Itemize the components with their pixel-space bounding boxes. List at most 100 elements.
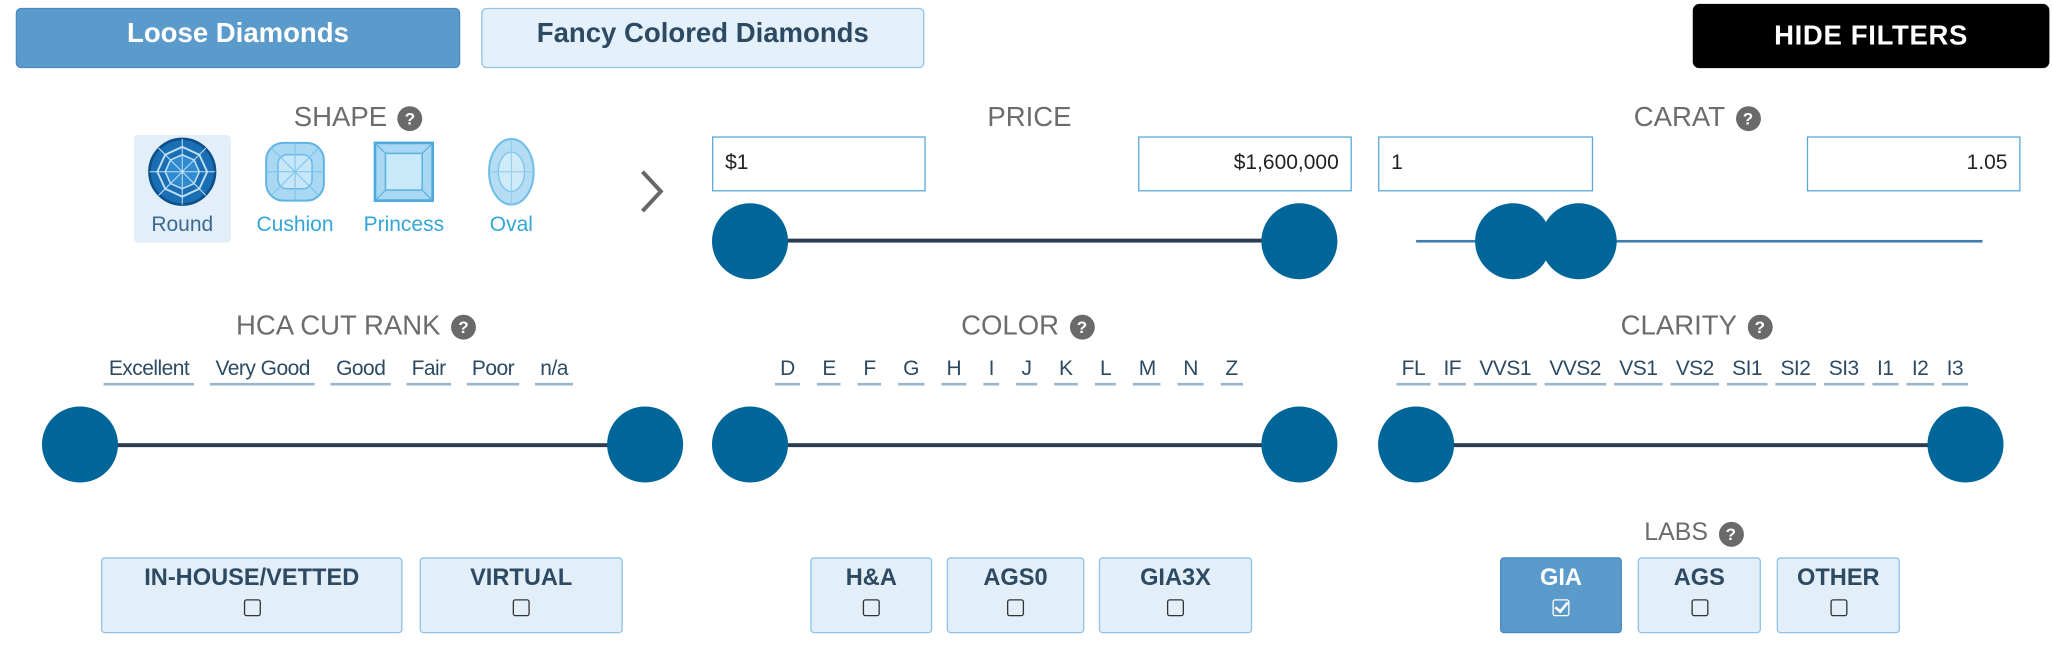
color-labels: D E F G H I J K L M N Z: [774, 357, 1243, 386]
checkbox-icon[interactable]: [1690, 599, 1708, 617]
cut-label[interactable]: Poor: [466, 357, 520, 386]
color-label[interactable]: Z: [1220, 357, 1243, 386]
clarity-label[interactable]: I3: [1941, 357, 1969, 386]
shape-princess[interactable]: Princess: [355, 135, 452, 243]
color-label[interactable]: I: [983, 357, 1000, 386]
carat-title: CARAT ?: [1634, 102, 1761, 133]
clarity-help-icon[interactable]: ?: [1747, 314, 1773, 339]
price-slider-min-handle[interactable]: [711, 203, 789, 280]
shape-help-icon[interactable]: ?: [397, 105, 423, 131]
clarity-label[interactable]: VS2: [1670, 357, 1720, 386]
color-label[interactable]: E: [817, 357, 842, 386]
color-help-icon[interactable]: ?: [1069, 314, 1095, 339]
clarity-labels: FL IF VVS1 VVS2 VS1 VS2 SI1 SI2 SI3 I1 I…: [1396, 357, 1969, 386]
cut-help-icon[interactable]: ?: [451, 314, 476, 339]
shape-title: SHAPE ?: [294, 102, 423, 133]
cut-label[interactable]: Good: [330, 357, 391, 386]
color-label[interactable]: N: [1177, 357, 1204, 386]
tab-fancy-colored-diamonds[interactable]: Fancy Colored Diamonds: [481, 7, 925, 69]
color-slider-max-handle[interactable]: [1261, 406, 1338, 483]
color-label[interactable]: J: [1016, 357, 1037, 386]
clarity-label[interactable]: I1: [1871, 357, 1899, 386]
cut-label[interactable]: n/a: [535, 357, 574, 386]
cut-label[interactable]: Excellent: [103, 357, 195, 386]
price-max-input[interactable]: $1,600,000: [1138, 136, 1352, 192]
filter-lab-gia[interactable]: GIA: [1500, 557, 1622, 634]
clarity-slider-max-handle[interactable]: [1927, 406, 2004, 483]
checkbox-icon[interactable]: [1829, 599, 1847, 617]
clarity-label[interactable]: SI1: [1726, 357, 1768, 386]
labs-title: LABS ?: [1644, 519, 1744, 548]
cut-slider-min-handle[interactable]: [41, 406, 119, 483]
filter-inhouse-vetted-label: IN-HOUSE/VETTED: [144, 563, 360, 591]
filter-gia3x[interactable]: GIA3X: [1098, 557, 1253, 634]
cut-label[interactable]: Fair: [406, 357, 451, 386]
filter-lab-ags[interactable]: AGS: [1637, 557, 1761, 634]
filter-lab-other[interactable]: OTHER: [1776, 557, 1900, 634]
checkbox-icon[interactable]: [862, 599, 880, 617]
cut-slider-max-handle[interactable]: [607, 406, 684, 483]
filter-inhouse-vetted[interactable]: IN-HOUSE/VETTED: [100, 557, 403, 634]
cut-labels: Excellent Very Good Good Fair Poor n/a: [103, 357, 574, 386]
cut-label[interactable]: Very Good: [210, 357, 316, 386]
clarity-label[interactable]: SI3: [1823, 357, 1864, 386]
clarity-slider-track: [1416, 443, 1967, 448]
carat-help-icon[interactable]: ?: [1735, 105, 1761, 131]
price-min-input[interactable]: $1: [711, 136, 926, 192]
price-slider-max-handle[interactable]: [1261, 203, 1338, 280]
shape-oval[interactable]: Oval: [463, 135, 560, 243]
shape-cushion-label: Cushion: [256, 213, 334, 237]
filter-virtual[interactable]: VIRTUAL: [419, 557, 623, 634]
clarity-label[interactable]: VVS1: [1474, 357, 1537, 386]
color-title: COLOR ?: [961, 310, 1095, 342]
hide-filters-button[interactable]: HIDE FILTERS: [1692, 3, 2050, 69]
shape-cushion[interactable]: Cushion: [247, 135, 344, 243]
cut-slider-track: [79, 443, 644, 448]
color-label[interactable]: G: [897, 357, 925, 386]
princess-diamond-icon: [373, 141, 435, 202]
clarity-label[interactable]: I2: [1906, 357, 1934, 386]
checkbox-icon[interactable]: [243, 599, 261, 617]
cut-title: HCA CUT RANK ?: [236, 311, 476, 342]
filter-ags0[interactable]: AGS0: [946, 557, 1085, 634]
shape-oval-label: Oval: [489, 213, 533, 237]
filter-gia-label: GIA: [1539, 563, 1582, 591]
checkbox-checked-icon[interactable]: [1552, 599, 1570, 617]
shape-princess-label: Princess: [363, 213, 445, 237]
filter-virtual-label: VIRTUAL: [470, 563, 573, 591]
checkbox-icon[interactable]: [512, 599, 530, 617]
clarity-label[interactable]: VS1: [1614, 357, 1663, 386]
color-slider-min-handle[interactable]: [711, 406, 789, 483]
carat-max-input[interactable]: 1.05: [1806, 136, 2021, 192]
clarity-label[interactable]: FL: [1396, 357, 1431, 386]
color-label[interactable]: F: [858, 357, 881, 386]
clarity-label[interactable]: SI2: [1775, 357, 1816, 386]
color-label[interactable]: D: [774, 357, 801, 386]
clarity-label[interactable]: IF: [1438, 357, 1467, 386]
clarity-label[interactable]: VVS2: [1544, 357, 1607, 386]
labs-help-icon[interactable]: ?: [1718, 521, 1744, 547]
clarity-title-label: CLARITY: [1620, 310, 1737, 341]
color-title-label: COLOR: [961, 310, 1060, 341]
color-label[interactable]: K: [1053, 357, 1078, 386]
labs-title-label: LABS: [1644, 519, 1708, 547]
price-title-label: PRICE: [987, 102, 1072, 133]
carat-slider-max-handle[interactable]: [1540, 203, 1617, 280]
round-diamond-icon: [148, 137, 217, 206]
color-label[interactable]: M: [1133, 357, 1161, 386]
cut-title-label: HCA CUT RANK: [236, 310, 441, 341]
shape-round-label: Round: [151, 213, 214, 237]
clarity-slider-min-handle[interactable]: [1378, 406, 1455, 483]
checkbox-icon[interactable]: [1166, 599, 1185, 617]
color-slider-track: [748, 443, 1300, 448]
filter-ags-label: AGS: [1673, 563, 1725, 591]
carat-min-input[interactable]: 1: [1378, 136, 1594, 192]
color-label[interactable]: L: [1094, 357, 1117, 386]
carat-title-label: CARAT: [1633, 102, 1726, 133]
chevron-right-icon[interactable]: [635, 168, 669, 215]
tab-loose-diamonds[interactable]: Loose Diamonds: [15, 7, 461, 69]
checkbox-icon[interactable]: [1007, 599, 1025, 617]
filter-hearts-and-arrows[interactable]: H&A: [810, 557, 933, 634]
color-label[interactable]: H: [941, 357, 967, 386]
shape-round[interactable]: Round: [133, 135, 231, 243]
